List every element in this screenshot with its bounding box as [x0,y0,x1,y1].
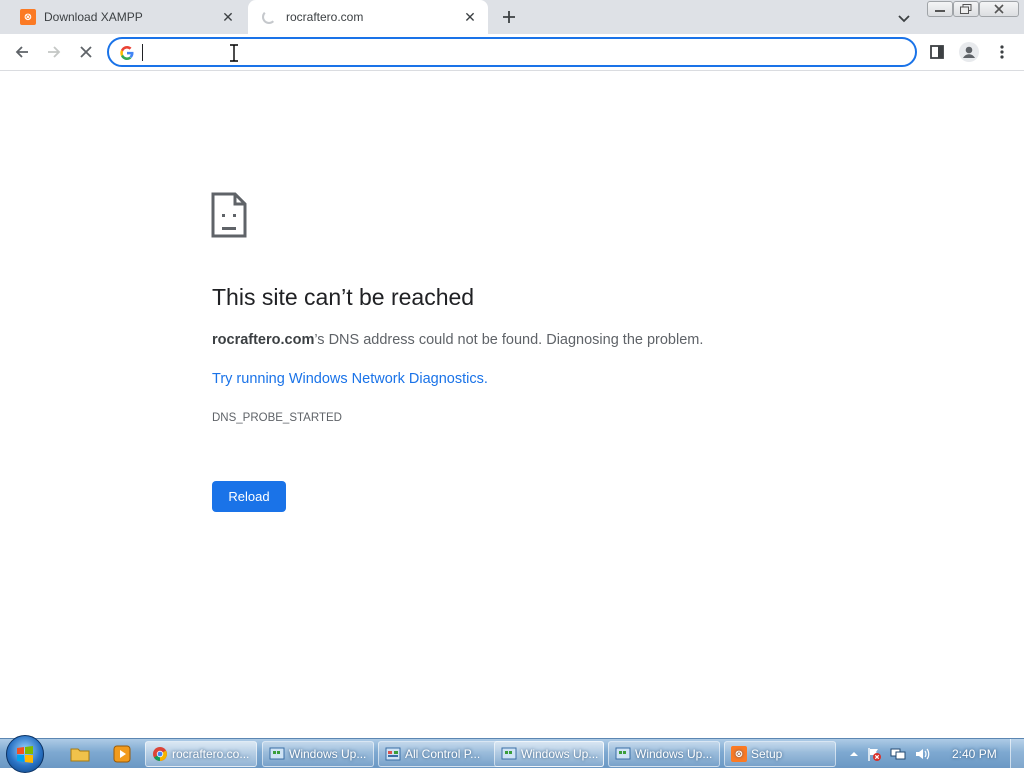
windows-update-icon [615,747,631,760]
windows-logo-icon [17,746,33,763]
arrow-right-icon [48,46,61,58]
minimize-icon [935,10,945,12]
tab-title: rocraftero.com [286,10,364,24]
google-icon [120,46,134,60]
plus-icon [503,11,515,23]
media-player-launcher[interactable] [108,743,136,765]
close-icon [994,4,1004,14]
loading-spinner-icon [262,10,276,24]
taskbar: rocraftero.co... Windows Up... All Contr… [0,735,1024,773]
network-diagnostics-link[interactable]: Try running Windows Network Diagnostics. [212,371,488,387]
taskbar-item-windows-update[interactable]: Windows Up... [262,741,374,767]
taskbar-item-label: Windows Up... [635,747,713,761]
taskbar-item-setup[interactable]: ⊗ Setup [724,741,836,767]
error-domain: rocraftero.com [212,332,315,348]
address-input[interactable] [141,42,901,62]
xampp-icon: ⊗ [20,9,36,25]
sad-page-icon [211,192,247,238]
browser-toolbar [0,34,1024,71]
error-title: This site can’t be reached [212,284,475,310]
restore-button[interactable] [953,1,979,17]
volume-icon[interactable] [914,746,930,762]
taskbar-item-label: Setup [751,747,783,761]
error-description: rocraftero.com’s DNS address could not b… [212,332,703,348]
error-code: DNS_PROBE_STARTED [212,412,342,424]
forward-button[interactable] [41,39,67,65]
side-panel-button[interactable] [924,39,950,65]
show-desktop-button[interactable] [1010,739,1024,769]
media-player-icon [113,745,131,763]
control-panel-icon [385,747,401,761]
page-content: This site can’t be reached rocraftero.co… [0,72,1024,738]
taskbar-item-windows-update[interactable]: Windows Up... [608,741,720,767]
xampp-icon: ⊗ [731,746,747,762]
profile-button[interactable] [956,39,982,65]
taskbar-item-label: Windows Up... [521,747,599,761]
taskbar-item-label: Windows Up... [289,747,367,761]
chevron-down-icon [898,15,910,23]
tab-search-button[interactable] [894,8,914,28]
close-window-button[interactable] [979,1,1019,17]
menu-button[interactable] [989,39,1015,65]
show-hidden-icons-icon[interactable] [846,746,862,762]
tab-download-xampp[interactable]: ⊗ Download XAMPP ✕ [8,0,246,34]
close-icon[interactable]: ✕ [218,7,238,27]
clock[interactable]: 2:40 PM [952,747,997,761]
windows-update-icon [501,747,517,760]
start-button[interactable] [6,735,44,773]
reload-button[interactable]: Reload [212,481,286,512]
taskbar-item-chrome[interactable]: rocraftero.co... [145,741,257,767]
taskbar-item-windows-update[interactable]: Windows Up... [494,741,604,767]
system-tray: 2:40 PM [842,739,1024,769]
explorer-launcher[interactable] [66,743,94,765]
more-vert-icon [1000,45,1004,59]
tab-strip: ⊗ Download XAMPP ✕ rocraftero.com ✕ [0,0,1024,34]
minimize-button[interactable] [927,1,953,17]
back-button[interactable] [9,39,35,65]
side-panel-icon [930,45,944,59]
stop-icon [80,46,92,58]
chrome-icon [153,747,167,761]
windows-update-icon [269,747,285,760]
folder-icon [70,748,90,762]
arrow-left-icon [15,46,28,58]
error-description-text: ’s DNS address could not be found. Diagn… [314,332,704,348]
avatar-icon [959,42,979,62]
new-tab-button[interactable] [498,6,520,28]
text-caret [142,44,143,61]
close-icon[interactable]: ✕ [460,7,480,27]
text-cursor-icon [230,44,238,62]
taskbar-item-label: rocraftero.co... [172,747,250,761]
restore-icon [960,4,972,14]
tab-rocraftero[interactable]: rocraftero.com ✕ [248,0,488,34]
tab-title: Download XAMPP [44,10,143,24]
taskbar-item-label: All Control P... [405,747,481,761]
stop-button[interactable] [73,39,99,65]
network-icon[interactable] [890,746,906,762]
action-center-flag-icon[interactable] [866,746,882,762]
